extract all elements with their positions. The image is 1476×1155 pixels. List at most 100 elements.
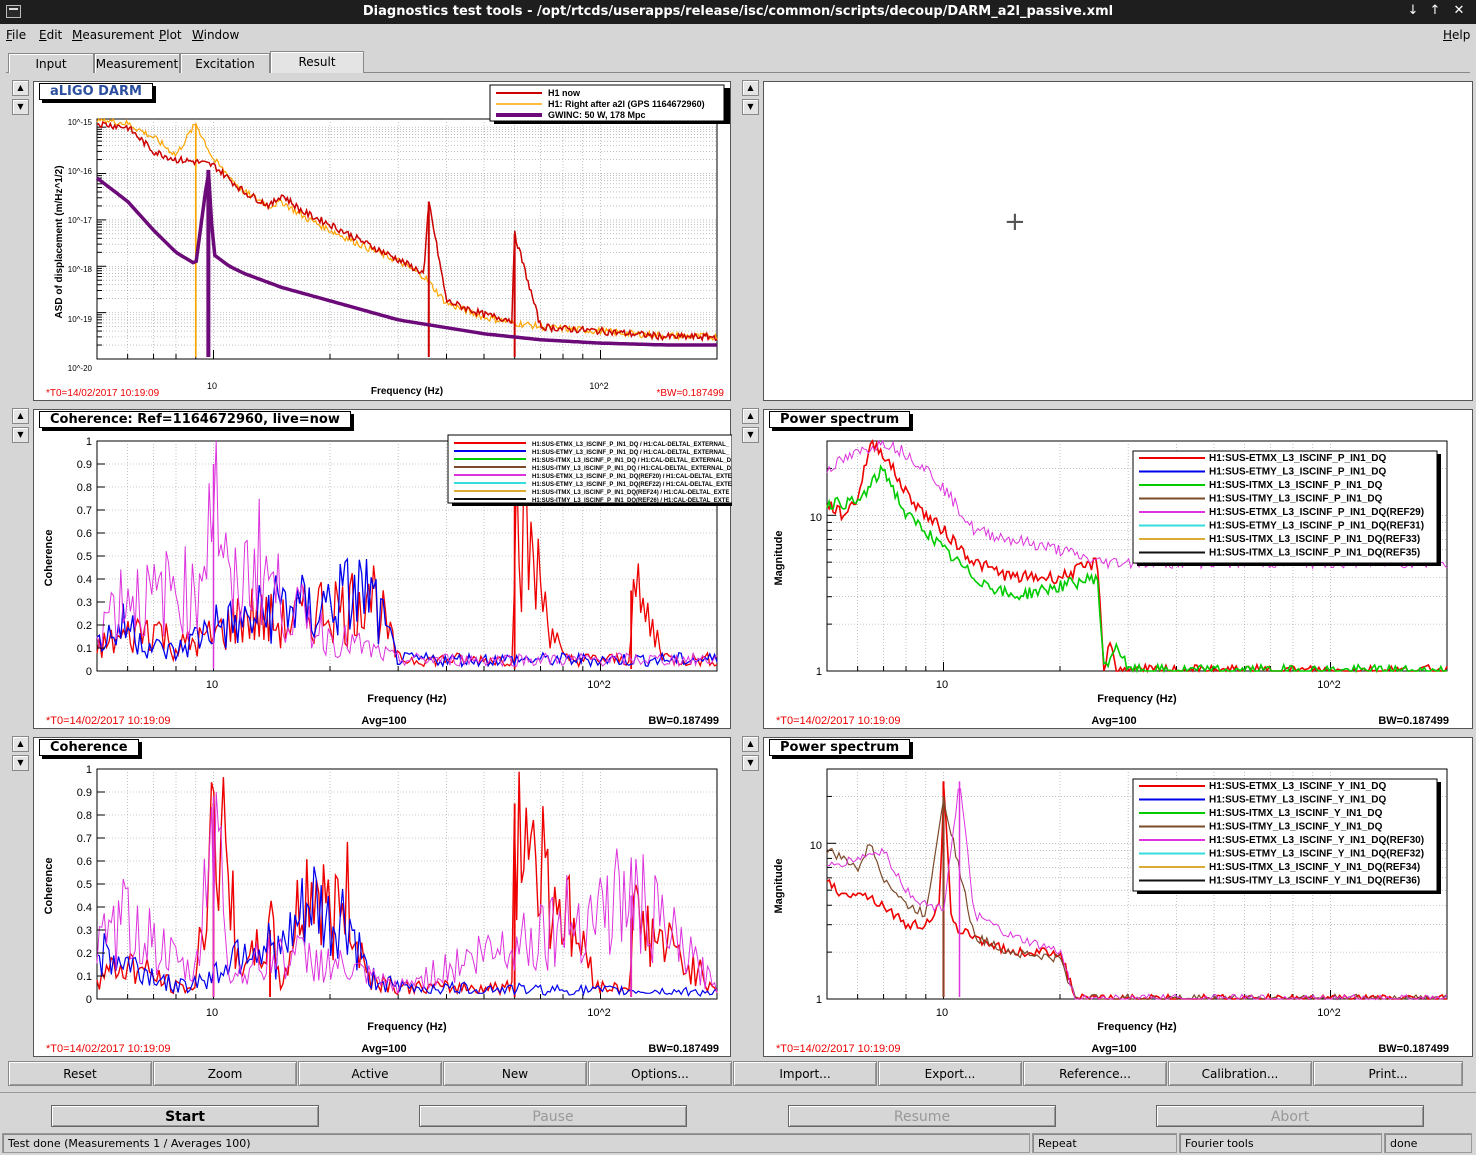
minimize-icon[interactable]: ↓ bbox=[1404, 3, 1422, 18]
avg-label: Avg=100 bbox=[1091, 715, 1136, 727]
legend-label: GWINC: 50 W, 178 Mpc bbox=[548, 110, 646, 120]
plot-canvas[interactable]: + bbox=[763, 81, 1473, 401]
y-tick-label: 0.9 bbox=[77, 787, 92, 799]
y-tick-label: 10^-17 bbox=[68, 216, 93, 225]
legend: H1:SUS-ETMX_L3_ISCINF_P_IN1_DQ H1:SUS-ETM… bbox=[1132, 450, 1441, 566]
tab-result[interactable]: Result bbox=[270, 51, 364, 73]
y-tick-label: 0.4 bbox=[77, 902, 92, 914]
import-button[interactable]: Import... bbox=[733, 1061, 877, 1086]
status-message: Test done (Measurements 1 / Averages 100… bbox=[2, 1133, 1030, 1153]
legend-label: H1:SUS-ETMY_L3_ISCINF_P_IN1_DQ bbox=[1209, 467, 1386, 478]
reference-button[interactable]: Reference... bbox=[1023, 1061, 1167, 1086]
pause-button[interactable]: Pause bbox=[419, 1105, 687, 1127]
power-p-plot: Magnitude Frequency (Hz) 10 10^2 10 1 *T… bbox=[773, 439, 1449, 727]
y-axis-label: Coherence bbox=[43, 530, 55, 587]
menu-edit[interactable]: Edit bbox=[39, 28, 62, 42]
panel-power-p: ▲ ▼ Magnitude Frequency (Hz) 10 10^2 10 … bbox=[730, 405, 1473, 734]
plot-canvas[interactable]: ASD of displacement (m/Hz^1/2) Frequency… bbox=[33, 81, 731, 401]
panel-down-arrow-icon[interactable]: ▼ bbox=[742, 755, 759, 771]
plot-canvas[interactable]: Magnitude Frequency (Hz) 10 10^2 10 1 *T… bbox=[763, 737, 1473, 1057]
plot-title: Coherence bbox=[39, 739, 139, 756]
y-tick-label: 1 bbox=[816, 994, 822, 1006]
panel-down-arrow-icon[interactable]: ▼ bbox=[12, 99, 29, 115]
y-tick-label: 1 bbox=[86, 436, 92, 448]
reset-button[interactable]: Reset bbox=[8, 1061, 152, 1086]
print-button[interactable]: Print... bbox=[1313, 1061, 1463, 1086]
legend-label: H1:SUS-ITMX_L3_ISCINF_P_IN1_DQ(REF35) bbox=[1209, 548, 1420, 559]
plot-canvas[interactable]: Coherence Frequency (Hz) 10 10^2 1 0.9 0.8… bbox=[33, 409, 733, 729]
plot-frame bbox=[96, 768, 718, 1000]
x-axis-label: Frequency (Hz) bbox=[1097, 693, 1177, 705]
legend-label: H1 now bbox=[548, 88, 581, 98]
panel-coherence-y: ▲ ▼ Coherence Frequency (Hz) 10 10^2 1 0.… bbox=[0, 733, 733, 1062]
control-bar: Start Pause Resume Abort bbox=[0, 1092, 1476, 1132]
legend-label: H1:SUS-ETMX_L3_ISCINF_Y_IN1_DQ bbox=[1209, 781, 1386, 792]
x-tick-label: 10^2 bbox=[1317, 1007, 1341, 1019]
panel-up-arrow-icon[interactable]: ▲ bbox=[12, 736, 29, 752]
y-tick-label: 0.3 bbox=[77, 925, 92, 937]
calibration-button[interactable]: Calibration... bbox=[1168, 1061, 1312, 1086]
x-axis-label: Frequency (Hz) bbox=[1097, 1021, 1177, 1033]
panel-up-arrow-icon[interactable]: ▲ bbox=[742, 408, 759, 424]
export-button[interactable]: Export... bbox=[878, 1061, 1022, 1086]
legend-label: H1:SUS-ITMY_L3_ISCINF_P_IN1_DQ bbox=[1209, 494, 1383, 505]
bw-label: BW=0.187499 bbox=[648, 1043, 719, 1055]
legend-label: H1:SUS-ITMX_L3_ISCINF_P_IN1_DQ / H1:CAL-… bbox=[532, 458, 732, 464]
legend-label: H1:SUS-ITMX_L3_ISCINF_P_IN1_DQ(REF33) bbox=[1209, 534, 1420, 545]
zoom-button[interactable]: Zoom bbox=[153, 1061, 297, 1086]
abort-button[interactable]: Abort bbox=[1156, 1105, 1424, 1127]
y-axis-label: Magnitude bbox=[773, 859, 785, 914]
maximize-icon[interactable]: ↑ bbox=[1426, 3, 1444, 18]
panel-down-arrow-icon[interactable]: ▼ bbox=[742, 99, 759, 115]
menu-help[interactable]: Help bbox=[1443, 28, 1470, 42]
legend-label: H1:SUS-ETMY_L3_ISCINF_Y_IN1_DQ(REF32) bbox=[1209, 849, 1424, 860]
x-tick-label: 10 bbox=[936, 1007, 948, 1019]
resume-button[interactable]: Resume bbox=[788, 1105, 1056, 1127]
start-button[interactable]: Start bbox=[51, 1105, 319, 1127]
y-tick-label: 0.8 bbox=[77, 482, 92, 494]
tab-input[interactable]: Input bbox=[8, 53, 94, 73]
plot-canvas[interactable]: Coherence Frequency (Hz) 10 10^2 1 0.9 0.8… bbox=[33, 737, 731, 1057]
tab-excitation[interactable]: Excitation bbox=[180, 53, 270, 73]
menu-file[interactable]: File bbox=[6, 28, 26, 42]
legend: H1 now H1: Right after a2l (GPS 11646729… bbox=[489, 84, 730, 124]
y-tick-label: 0.7 bbox=[77, 833, 92, 845]
t0-label: *T0=14/02/2017 10:19:09 bbox=[46, 1043, 170, 1055]
menu-plot[interactable]: Plot bbox=[159, 28, 182, 42]
y-tick-label: 0.8 bbox=[77, 810, 92, 822]
panel-up-arrow-icon[interactable]: ▲ bbox=[12, 408, 29, 424]
panel-down-arrow-icon[interactable]: ▼ bbox=[742, 427, 759, 443]
t0-label: *T0=14/02/2017 10:19:09 bbox=[776, 1043, 900, 1055]
status-bar: Test done (Measurements 1 / Averages 100… bbox=[0, 1133, 1476, 1153]
panel-up-arrow-icon[interactable]: ▲ bbox=[742, 80, 759, 96]
panel-up-arrow-icon[interactable]: ▲ bbox=[12, 80, 29, 96]
panel-down-arrow-icon[interactable]: ▼ bbox=[12, 427, 29, 443]
close-icon[interactable]: ✕ bbox=[1450, 3, 1468, 18]
y-tick-label: 0.4 bbox=[77, 574, 92, 586]
y-tick-label: 0.6 bbox=[77, 528, 92, 540]
avg-label: Avg=100 bbox=[1091, 1043, 1136, 1055]
panel-empty: ▲ ▼ + bbox=[730, 77, 1473, 406]
legend-label: H1:SUS-ITMY_L3_ISCINF_Y_IN1_DQ(REF36) bbox=[1209, 876, 1420, 887]
panel-coherence-p: ▲ ▼ Coherence Frequency (Hz) 10 10^2 1 0.… bbox=[0, 405, 733, 734]
menu-window[interactable]: Window bbox=[192, 28, 239, 42]
panel-down-arrow-icon[interactable]: ▼ bbox=[12, 755, 29, 771]
x-tick-label: 10 bbox=[206, 679, 218, 691]
y-tick-label: 0.9 bbox=[77, 459, 92, 471]
plot-canvas[interactable]: Magnitude Frequency (Hz) 10 10^2 10 1 *T… bbox=[763, 409, 1473, 729]
legend-label: H1:SUS-ITMX_L3_ISCINF_P_IN1_DQ bbox=[1209, 480, 1383, 491]
y-tick-label: 0 bbox=[86, 994, 92, 1006]
y-axis-label: ASD of displacement (m/Hz^1/2) bbox=[54, 165, 65, 318]
active-button[interactable]: Active bbox=[298, 1061, 442, 1086]
y-tick-label: 0.1 bbox=[77, 971, 92, 983]
options-button[interactable]: Options... bbox=[588, 1061, 732, 1086]
x-tick-label: 10^2 bbox=[589, 381, 608, 391]
panel-up-arrow-icon[interactable]: ▲ bbox=[742, 736, 759, 752]
menu-measurement[interactable]: Measurement bbox=[72, 28, 154, 42]
tab-measurement[interactable]: Measurement bbox=[94, 53, 180, 73]
plot-toolbar: Reset Zoom Active New Options... Import.… bbox=[8, 1061, 1466, 1087]
new-button[interactable]: New bbox=[443, 1061, 587, 1086]
t0-label: *T0=14/02/2017 10:19:09 bbox=[46, 715, 170, 727]
legend-label: H1:SUS-ETMX_L3_ISCINF_P_IN1_DQ(REF29) bbox=[1209, 507, 1424, 518]
x-tick-label: 10 bbox=[207, 381, 217, 391]
